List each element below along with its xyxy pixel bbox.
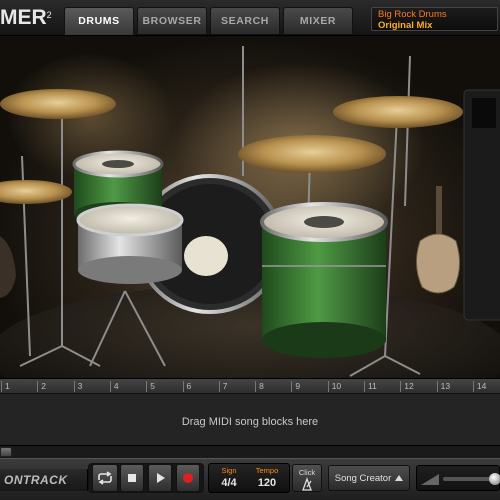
sign-value[interactable]: 4/4 [209,477,249,489]
amp-display [472,98,496,128]
timeline-bar-marker: 6 [182,381,191,392]
top-bar: MER2 DRUMS BROWSER SEARCH MIXER Big Rock… [0,0,500,36]
timeline-bar-marker: 11 [364,381,377,392]
timeline-bar-marker: 13 [436,381,450,392]
timeline-bar-marker: 3 [73,381,82,392]
metronome-icon [302,477,312,491]
song-creator-button[interactable]: Song Creator [328,465,410,491]
timeline-bar-marker: 12 [400,381,414,392]
crash-cymbal-left [0,89,116,119]
loop-button[interactable] [92,464,118,492]
drum-kit-illustration [0,46,500,378]
floor-tom [260,202,388,358]
app-logo: MER2 [0,3,62,33]
volume-slider-knob[interactable] [488,473,500,485]
master-volume [416,465,500,491]
preset-mix-name: Original Mix [378,20,433,31]
tab-search[interactable]: SEARCH [210,7,280,35]
volume-wedge-icon [421,474,439,485]
transport-bar: ONTRACK Sign 4/4 Tempo 120 Click Song Cr… [0,458,500,500]
click-label: Click [298,468,316,477]
scroll-thumb[interactable] [0,447,12,457]
logo-version: 2 [46,10,52,20]
loop-icon [98,471,112,485]
record-button[interactable] [176,464,200,492]
tempo-label: Tempo [255,466,279,475]
play-button[interactable] [148,464,172,492]
ride-cymbal-right [333,96,463,128]
record-icon [183,473,193,483]
timeline-bar-marker: 7 [218,381,228,392]
tempo-value[interactable]: 120 [247,477,287,489]
timeline-bar-marker: 1 [1,381,10,392]
timeline-ruler[interactable]: 123456789101112131415 [0,378,500,394]
guitar [416,186,460,294]
stop-button[interactable] [120,464,144,492]
drag-hint-text: Drag MIDI song blocks here [181,416,319,428]
song-track-area[interactable]: Drag MIDI song blocks here [0,394,500,446]
preset-kit-name: Big Rock Drums [378,9,447,20]
stop-icon [128,474,136,482]
snare-drum [76,203,184,284]
tab-drums[interactable]: DRUMS [64,7,134,35]
click-button[interactable]: Click [292,464,322,492]
triangle-up-icon [395,475,404,481]
timeline-bar-marker: 2 [37,381,46,392]
timeline-bar-marker: 9 [291,381,300,392]
play-icon [157,473,165,483]
logo-text: MER [0,6,47,29]
timeline-bar-marker: 10 [327,381,341,392]
preset-selector[interactable]: Big Rock Drums Original Mix [371,7,498,31]
tab-mixer[interactable]: MIXER [283,7,353,35]
drum-kit-stage [0,36,500,378]
tab-browser[interactable]: BROWSER [137,7,207,35]
song-creator-label: Song Creator [334,472,392,484]
timeline-bar-marker: 14 [472,381,486,392]
sign-label: Sign [221,466,237,475]
sign-tempo-display: Sign 4/4 Tempo 120 [208,463,290,493]
guitar-left [0,236,16,298]
center-cymbal [238,135,386,173]
timeline-bar-marker: 5 [146,381,155,392]
brand-label: ONTRACK [0,469,88,491]
timeline-bar-marker: 8 [255,381,264,392]
main-tabs: DRUMS BROWSER SEARCH MIXER [64,7,353,35]
timeline-bar-marker: 4 [109,381,119,392]
timeline-scrollbar[interactable] [0,446,500,458]
